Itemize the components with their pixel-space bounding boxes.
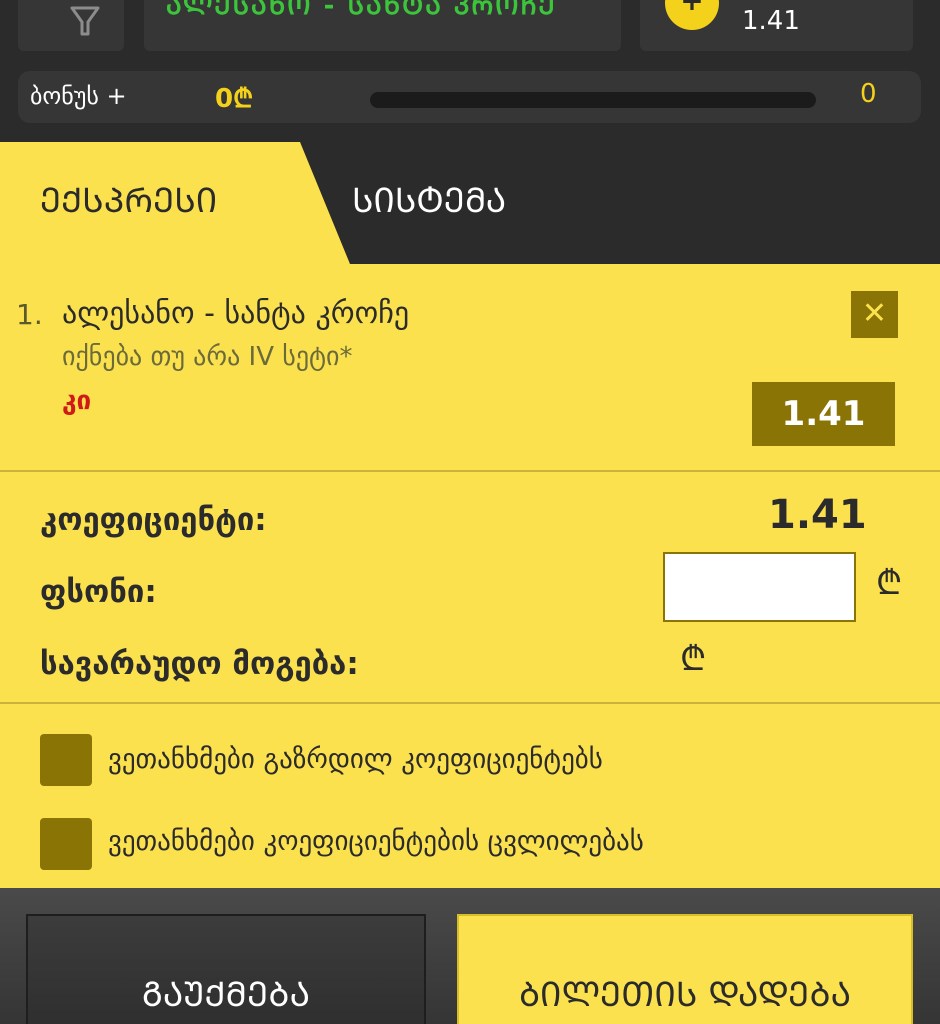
stake-input[interactable] [663,552,856,622]
bonus-label: ბონუს + [30,82,127,110]
agree-increased-odds-label[interactable]: ვეთანხმები გაზრდილ კოეფიციენტებს [108,744,603,775]
odds-tile[interactable]: + 1.41 [640,0,913,51]
bet-summary: კოეფიციენტი: 1.41 ფსონი: ₾ სავარაუდო მოგ… [0,472,940,702]
filter-icon [70,4,100,42]
footer-actions: ᲒᲐᲣᲥᲛᲔᲑᲐ ᲑᲘᲚᲔᲗᲘᲡ ᲓᲐᲓᲔᲑᲐ [0,888,940,1024]
bet-choice: კი [62,386,92,416]
stake-label: ფსონი: [40,574,157,610]
agree-odds-change-label[interactable]: ვეთანხმები კოეფიციენტების ცვლილებას [108,826,644,857]
win-label: სავარაუდო მოგება: [40,646,359,682]
bet-item: 1. ალესანო - სანტა კროჩე იქნება თუ არა I… [0,264,940,470]
bet-number: 1. [16,298,43,331]
bonus-count: 0 [860,79,877,109]
coef-label: კოეფიციენტი: [40,502,267,538]
bet-type-tabs: ᲔᲥᲡᲞᲠᲔᲡᲘ ᲡᲘᲡᲢᲔᲛᲐ [0,142,940,264]
tab-express-label: ᲔᲥᲡᲞᲠᲔᲡᲘ [40,181,218,221]
event-tile[interactable]: ᲐᲚᲔᲡᲐᲜᲝ - ᲡᲐᲜᲢᲐ ᲙᲠᲝᲩᲔ [144,0,621,51]
coef-value: 1.41 [768,492,867,538]
agreements: ვეთანხმები გაზრდილ კოეფიციენტებს ვეთანხმ… [0,704,940,888]
place-bet-button[interactable]: ᲑᲘᲚᲔᲗᲘᲡ ᲓᲐᲓᲔᲑᲐ [457,914,913,1024]
tab-system[interactable]: ᲡᲘᲡᲢᲔᲛᲐ [352,176,506,222]
bonus-progress-track [370,92,816,108]
agree-odds-change-checkbox[interactable] [40,818,92,870]
betslip-panel: 1. ალესანო - სანტა კროჩე იქნება თუ არა I… [0,264,940,888]
bet-market: იქნება თუ არა IV სეტი* [62,342,353,372]
bet-match: ალესანო - სანტა კროჩე [62,296,410,331]
lari-icon: ₾ [876,563,903,603]
filter-button[interactable] [18,0,124,51]
lari-icon-win: ₾ [680,639,707,679]
remove-bet-button[interactable]: ✕ [851,291,898,338]
bonus-bar[interactable]: ბონუს + 0₾ 0 [18,71,921,123]
tab-express[interactable]: ᲔᲥᲡᲞᲠᲔᲡᲘ [0,142,350,264]
plus-icon[interactable]: + [665,0,719,30]
top-bar: ᲐᲚᲔᲡᲐᲜᲝ - ᲡᲐᲜᲢᲐ ᲙᲠᲝᲩᲔ + 1.41 ბონუს + 0₾ … [0,0,940,142]
bet-odds: 1.41 [752,382,895,446]
event-title: ᲐᲚᲔᲡᲐᲜᲝ - ᲡᲐᲜᲢᲐ ᲙᲠᲝᲩᲔ [166,0,557,21]
agree-increased-odds-checkbox[interactable] [40,734,92,786]
cancel-button[interactable]: ᲒᲐᲣᲥᲛᲔᲑᲐ [26,914,426,1024]
bonus-amount: 0₾ [215,84,254,114]
close-icon: ✕ [861,296,888,331]
total-odds: 1.41 [742,6,800,36]
